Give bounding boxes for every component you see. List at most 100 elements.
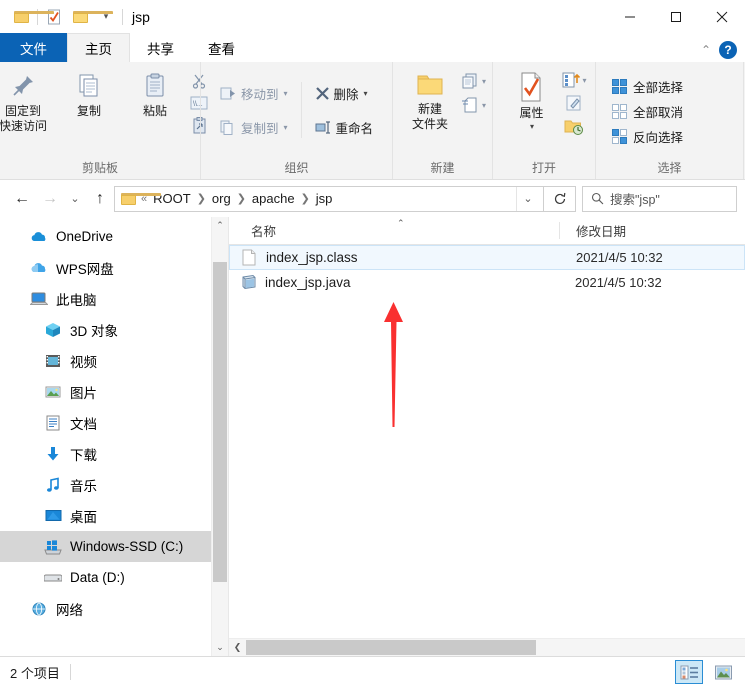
system-menu-folder-icon[interactable] bbox=[8, 5, 54, 29]
properties-button[interactable]: 属性 ▾ bbox=[501, 68, 561, 134]
recent-locations-button[interactable]: ⌄ bbox=[64, 186, 86, 212]
tab-view[interactable]: 查看 bbox=[191, 33, 252, 62]
onedrive-icon bbox=[30, 228, 48, 246]
drive-icon bbox=[44, 569, 62, 587]
close-button[interactable] bbox=[699, 0, 745, 33]
invert-selection-label: 反向选择 bbox=[633, 131, 684, 145]
sidebar-item-desktop[interactable]: 桌面 bbox=[0, 500, 228, 531]
breadcrumb-org[interactable]: org bbox=[207, 191, 236, 206]
tab-file[interactable]: 文件 bbox=[0, 33, 67, 62]
sidebar-label: 3D 对象 bbox=[70, 323, 119, 339]
address-dropdown-button[interactable]: ⌄ bbox=[516, 186, 539, 211]
sidebar-item-onedrive[interactable]: OneDrive bbox=[0, 221, 228, 252]
large-icons-view-button[interactable] bbox=[709, 660, 737, 684]
qat-divider-2 bbox=[122, 8, 123, 25]
scroll-up-button[interactable]: ⌃ bbox=[212, 217, 228, 234]
sidebar-item-documents[interactable]: 文档 bbox=[0, 407, 228, 438]
sidebar-item-network[interactable]: 网络 bbox=[0, 593, 228, 624]
new-folder-icon bbox=[417, 75, 443, 95]
sidebar-item-videos[interactable]: 视频 bbox=[0, 345, 228, 376]
paste-button[interactable]: 粘贴 bbox=[122, 68, 188, 122]
column-header-date[interactable]: 修改日期 bbox=[559, 222, 626, 239]
qat-properties-icon[interactable] bbox=[41, 5, 67, 29]
sidebar-item-music[interactable]: 音乐 bbox=[0, 469, 228, 500]
chevron-down-icon: ▾ bbox=[283, 122, 288, 132]
qat-new-folder-icon[interactable] bbox=[67, 5, 113, 29]
scroll-left-button[interactable]: ❮ bbox=[229, 639, 246, 656]
search-icon bbox=[591, 192, 604, 205]
edit-icon bbox=[566, 95, 581, 111]
open-small-buttons: ▾ bbox=[561, 68, 587, 137]
collapse-ribbon-icon[interactable]: ⌃ bbox=[701, 43, 711, 57]
table-row[interactable]: index_jsp.class 2021/4/5 10:32 bbox=[229, 245, 745, 270]
easy-access-button[interactable]: ▾ bbox=[461, 96, 486, 114]
tab-home[interactable]: 主页 bbox=[67, 33, 130, 62]
chevron-down-icon: ▾ bbox=[481, 76, 486, 86]
details-view-button[interactable] bbox=[675, 660, 703, 684]
file-list: index_jsp.class 2021/4/5 10:32 index_jsp… bbox=[229, 245, 745, 638]
copy-to-label: 复制到 bbox=[240, 121, 279, 136]
sidebar-item-data-d[interactable]: Data (D:) bbox=[0, 562, 228, 593]
properties-icon bbox=[521, 72, 541, 102]
chevron-right-icon[interactable]: ❯ bbox=[300, 192, 311, 205]
hscrollbar-thumb[interactable] bbox=[246, 640, 536, 655]
address-bar: ← → ⌄ ↑ « ROOT ❯ org ❯ apache ❯ jsp ⌄ 搜索… bbox=[0, 180, 745, 217]
breadcrumb-jsp[interactable]: jsp bbox=[311, 191, 338, 206]
help-button[interactable]: ? bbox=[719, 41, 737, 59]
copy-to-button[interactable]: 复制到 ▾ bbox=[217, 116, 291, 138]
sidebar-scrollbar[interactable]: ⌃ ⌄ bbox=[211, 217, 228, 656]
quick-access-toolbar: ▾ jsp bbox=[0, 5, 150, 29]
scroll-down-button[interactable]: ⌄ bbox=[212, 639, 228, 656]
delete-label: 删除 bbox=[333, 87, 359, 102]
new-item-button[interactable]: ▾ bbox=[461, 72, 486, 90]
history-button[interactable] bbox=[563, 117, 585, 137]
sidebar-item-3d-objects[interactable]: 3D 对象 bbox=[0, 314, 228, 345]
select-all-button[interactable]: 全部选择 bbox=[610, 76, 683, 97]
copy-button[interactable]: 复制 bbox=[56, 68, 122, 122]
invert-selection-icon bbox=[612, 129, 627, 144]
chevron-right-icon[interactable]: ❯ bbox=[196, 192, 207, 205]
sidebar-item-wps-cloud[interactable]: WPS网盘 bbox=[0, 252, 228, 283]
table-row[interactable]: index_jsp.java 2021/4/5 10:32 bbox=[229, 270, 745, 295]
minimize-button[interactable] bbox=[607, 0, 653, 33]
pin-to-quick-access-button[interactable]: 固定到 快速访问 bbox=[0, 68, 56, 137]
folder-icon bbox=[72, 10, 113, 23]
back-button[interactable]: ← bbox=[8, 186, 36, 212]
invert-selection-button[interactable]: 反向选择 bbox=[610, 126, 683, 147]
edit-button[interactable] bbox=[563, 93, 585, 113]
folder-icon bbox=[13, 10, 54, 23]
open-with-button[interactable]: ▾ bbox=[561, 71, 587, 89]
tab-share[interactable]: 共享 bbox=[130, 33, 191, 62]
network-icon bbox=[30, 600, 48, 618]
move-to-icon bbox=[220, 87, 235, 99]
copy-to-icon bbox=[220, 120, 233, 135]
refresh-button[interactable] bbox=[544, 185, 576, 212]
breadcrumb-bar[interactable]: « ROOT ❯ org ❯ apache ❯ jsp ⌄ bbox=[114, 185, 544, 212]
sidebar-item-pictures[interactable]: 图片 bbox=[0, 376, 228, 407]
qat-customize-dropdown[interactable]: ▾ bbox=[93, 5, 119, 29]
up-button[interactable]: ↑ bbox=[86, 186, 114, 212]
sidebar-item-windows-ssd-c[interactable]: Windows-SSD (C:) bbox=[0, 531, 228, 562]
sidebar-item-this-pc[interactable]: 此电脑 bbox=[0, 283, 228, 314]
group-label-organize: 组织 bbox=[284, 161, 309, 175]
move-to-button[interactable]: 移动到 ▾ bbox=[217, 82, 291, 104]
sidebar-item-downloads[interactable]: 下载 bbox=[0, 438, 228, 469]
breadcrumb-apache[interactable]: apache bbox=[247, 191, 300, 206]
select-none-button[interactable]: 全部取消 bbox=[610, 101, 683, 122]
chevron-right-icon[interactable]: ❯ bbox=[236, 192, 247, 205]
navigation-list: OneDrive WPS网盘 此电脑 3D 对象 视频 图片 文档 下载 音乐 … bbox=[0, 217, 228, 624]
search-box[interactable]: 搜索"jsp" bbox=[582, 185, 737, 212]
pin-icon bbox=[13, 76, 33, 96]
scrollbar-thumb[interactable] bbox=[213, 262, 227, 582]
column-header-name[interactable]: ⌃ 名称 bbox=[229, 217, 559, 244]
title-bar: ▾ jsp bbox=[0, 0, 745, 33]
chevron-down-icon: ▾ bbox=[481, 100, 486, 110]
delete-button[interactable]: 删除 ▾ bbox=[312, 82, 377, 104]
new-folder-button[interactable]: 新建 文件夹 bbox=[399, 68, 461, 135]
forward-button[interactable]: → bbox=[36, 186, 64, 212]
chevron-down-icon: ▾ bbox=[283, 88, 288, 98]
rename-button[interactable]: 重命名 bbox=[312, 116, 377, 138]
3d-objects-icon bbox=[44, 321, 62, 339]
horizontal-scrollbar[interactable]: ❮ bbox=[229, 638, 745, 656]
maximize-button[interactable] bbox=[653, 0, 699, 33]
